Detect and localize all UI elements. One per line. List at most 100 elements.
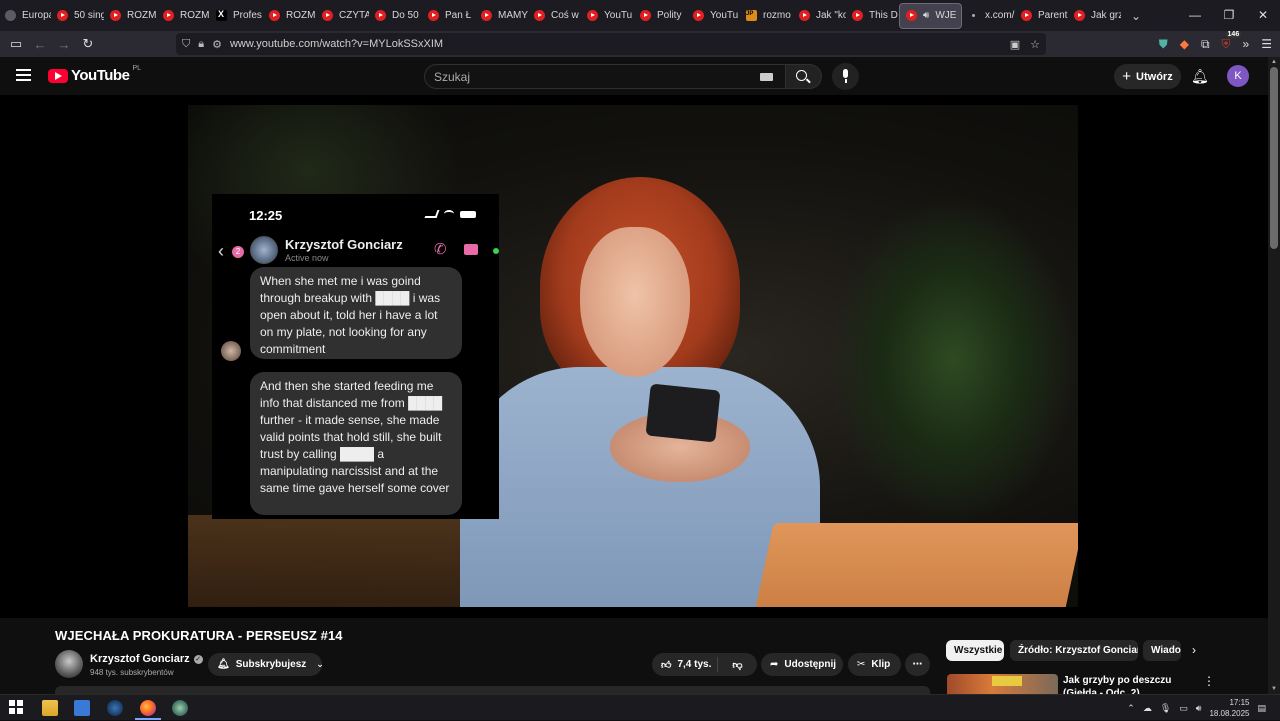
contact-avatar [250,236,278,264]
more-actions-button[interactable]: ⋯ [905,653,930,676]
page-scrollbar[interactable]: ▲ ▼ [1268,57,1280,694]
search-button[interactable] [786,64,822,89]
account-avatar[interactable]: K [1227,65,1249,87]
close-window-icon[interactable]: ✕ [1246,0,1280,31]
browser-tab[interactable]: Pan Ł [422,0,475,31]
browser-tab[interactable]: ROZM [157,0,210,31]
keyboard-icon[interactable] [760,73,773,81]
file-explorer-icon[interactable] [42,700,58,716]
youtube-icon [693,10,704,21]
sidebar-toggle-icon[interactable]: ▭ [4,36,28,52]
clip-button[interactable]: ✂ Klip [848,653,901,676]
minimize-icon[interactable]: — [1178,0,1212,31]
cloud-icon[interactable]: ☁ [1143,703,1152,714]
overflow-chevron-icon[interactable]: » [1243,37,1250,51]
chip-news[interactable]: Wiadomości [1143,640,1181,661]
voice-search-button[interactable] [832,63,859,90]
restore-icon[interactable]: ❐ [1212,0,1246,31]
firefox-icon[interactable] [140,700,156,716]
chip-all[interactable]: Wszystkie [946,640,1004,661]
browser-tab[interactable]: 🔊︎WJE✕ [899,2,962,29]
create-button[interactable]: + Utwórz [1114,64,1181,89]
network-icon[interactable]: ▭ [1179,703,1188,714]
subscribe-button[interactable]: 🔔︎ Subskrybujesz ⌄ [208,653,324,676]
picture-in-picture-icon[interactable]: ▣ [1010,38,1020,51]
browser-tab[interactable]: This D [846,0,899,31]
share-button[interactable]: ➦ Udostępnij [761,653,843,676]
app-icon[interactable] [172,700,188,716]
speaker-icon[interactable]: 🔊︎ [923,10,929,21]
tab-label: CZYTA [339,10,369,21]
notifications-bell-icon[interactable]: 🔔︎ [1191,68,1209,84]
hamburger-menu-icon[interactable] [16,69,31,81]
scrollbar-thumb[interactable] [1270,67,1278,249]
channel-avatar[interactable] [55,650,83,678]
browser-tab[interactable]: CZYTA [316,0,369,31]
notifications-icon[interactable]: ▤ [1257,703,1266,714]
steam-icon[interactable] [107,700,123,716]
chat-header: ‹ 2 Krzysztof Gonciarz Active now ✆ [218,236,499,266]
browser-tab[interactable]: Jak "ko [793,0,846,31]
remote-desktop-icon[interactable] [74,700,90,716]
browser-tab[interactable]: 50 sing [51,0,104,31]
tray-chevron-up-icon[interactable]: ⌃ [1127,703,1135,714]
ublock-icon[interactable]: ⛨ 146 [1222,30,1242,52]
video-player[interactable]: 12:25 ‹ 2 Krzysztof Gonciarz Active now … [0,95,1268,618]
list-all-tabs-icon[interactable]: ⌄ [1131,9,1141,23]
tab-label: x.com/ [985,10,1015,21]
windows-start-icon[interactable] [9,700,25,716]
channel-name-row[interactable]: Krzysztof Gonciarz ✓ [90,653,203,665]
scroll-up-icon[interactable]: ▲ [1271,59,1277,65]
browser-tab[interactable]: Profes [210,0,263,31]
browser-tab[interactable]: Jak grz [1068,0,1121,31]
channel-name[interactable]: Krzysztof Gonciarz [90,653,190,665]
reload-icon[interactable]: ↻ [76,36,100,52]
menu-icon[interactable]: ☰ [1261,37,1272,51]
browser-tab[interactable]: ROZM [104,0,157,31]
youtube-icon [1074,10,1085,21]
chat-message: And then she started feeding me info tha… [250,372,462,515]
logo-wordmark: YouTube [71,67,130,84]
scroll-down-icon[interactable]: ▼ [1271,686,1277,692]
forward-icon[interactable]: → [52,37,76,52]
fox-extension-icon[interactable]: ◆ [1180,37,1189,51]
chip-source[interactable]: Źródło: Krzysztof Gonciarz [1010,640,1138,661]
browser-tab[interactable]: x.com/ [962,0,1015,31]
scissors-icon: ✂ [857,659,866,670]
url-bar[interactable]: ⛉ 🔒︎ ⚙︎ www.youtube.com/watch?v=MYLokSSx… [176,33,1046,55]
browser-tab[interactable]: Polity [634,0,687,31]
chevron-right-icon[interactable]: › [1192,643,1196,657]
back-icon[interactable]: ← [28,37,52,52]
youtube-logo[interactable]: YouTube PL [48,65,141,84]
youtube-icon [906,10,917,21]
signal-icon [424,210,440,218]
clock[interactable]: 17:15 18.08.2025 [1209,697,1249,719]
microphone-icon[interactable]: 🎙︎ [1160,703,1171,714]
vpn-shield-icon[interactable]: ⛊ [1159,37,1168,52]
browser-tab[interactable]: Coś w [528,0,581,31]
contact-status: Active now [285,253,329,263]
browser-tab[interactable]: Europa [0,0,51,31]
recommendation-title[interactable]: Jak grzyby po deszczu (Giełda - Odc. 2) [1063,674,1198,694]
bookmark-star-icon[interactable]: ☆ [1030,38,1040,51]
browser-tab-strip: Europa 50 sing ROZM ROZM Profes ROZM CZYTA Do 5… [0,0,1280,31]
clip-label: Klip [871,659,891,670]
browser-tab[interactable]: YouTu [687,0,740,31]
more-vertical-icon[interactable]: ⋮ [1203,674,1215,688]
browser-tab[interactable]: rozmo [740,0,793,31]
youtube-icon [110,10,121,21]
dislike-button[interactable]: 👎︎ [718,659,757,671]
browser-tab[interactable]: Parent [1015,0,1068,31]
like-button[interactable]: 👍︎ 7,4 tys. [652,657,718,672]
browser-tab[interactable]: ROZM [263,0,316,31]
browser-tab[interactable]: MAMY [475,0,528,31]
volume-icon[interactable]: 🔊︎ [1196,703,1202,714]
chevron-down-icon: ⌄ [316,659,324,669]
browser-tab[interactable]: Do 50 [369,0,422,31]
description-box[interactable] [55,686,930,694]
extensions-puzzle-icon[interactable]: ⧉ [1201,37,1210,52]
browser-tab[interactable]: YouTu [581,0,634,31]
recommendation-thumbnail[interactable] [947,674,1058,694]
youtube-icon [1021,10,1032,21]
search-input[interactable]: Szukaj [424,64,786,89]
